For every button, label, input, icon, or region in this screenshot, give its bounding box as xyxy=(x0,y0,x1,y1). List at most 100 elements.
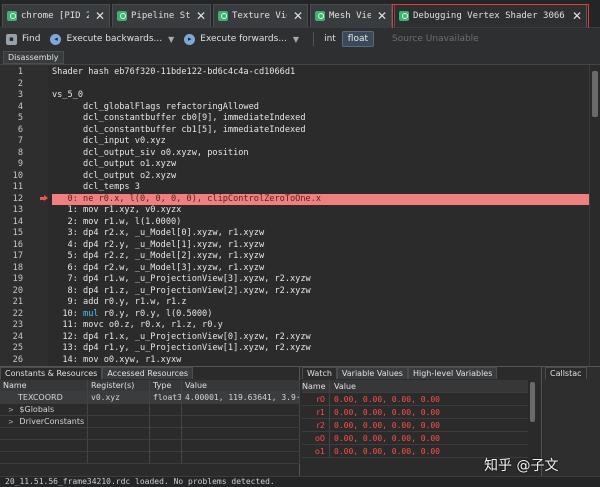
code-line[interactable]: 20 8: dp4 r1.z, _u_ProjectionView[2].xyz… xyxy=(0,286,589,298)
tab-accessed-resources[interactable]: Accessed Resources xyxy=(102,367,193,379)
code-line[interactable]: 13 1: mov r1.xyz, v0.xyzx xyxy=(0,205,589,217)
instruction-prefix: 10: xyxy=(52,309,83,319)
constant-type: float3 xyxy=(150,392,182,403)
table-row[interactable]: > $Globals xyxy=(0,404,300,416)
line-number: 18 xyxy=(0,263,23,275)
line-number: 11 xyxy=(0,182,23,194)
column-header-type[interactable]: Type xyxy=(150,380,182,391)
code-line[interactable]: 18 6: dp4 r2.w, _u_Model[3].xyzw, r1.xyz… xyxy=(0,263,589,275)
line-number: 9 xyxy=(0,159,23,171)
column-header-name[interactable]: Name xyxy=(302,380,330,392)
tab-capture-process[interactable]: chrome [PID 2272] ✕ xyxy=(2,4,110,27)
code-line[interactable]: 6 dcl_constantbuffer cb1[5], immediateIn… xyxy=(0,125,589,137)
scrollbar-thumb[interactable] xyxy=(530,382,535,422)
code-line[interactable]: 9 dcl_output o1.xyzw xyxy=(0,159,589,171)
code-line[interactable]: 7 dcl_input v0.xyz xyxy=(0,136,589,148)
code-line[interactable]: 19 7: dp4 r1.w, _u_ProjectionView[3].xyz… xyxy=(0,274,589,286)
code-line[interactable]: 17 5: dp4 r2.z, _u_Model[2].xyzw, r1.xyz… xyxy=(0,251,589,263)
line-number: 10 xyxy=(0,171,23,183)
table-row[interactable]: TEXCOORD v0.xyz float3 4.00001, 119.6364… xyxy=(0,392,300,404)
watch-row[interactable]: o0 0.00, 0.00, 0.00, 0.00 xyxy=(302,432,528,445)
code-line[interactable]: 15 3: dp4 r2.x, _u_Model[0].xyzw, r1.xyz… xyxy=(0,228,589,240)
execute-backwards-button[interactable]: ◂ Execute backwards... ▼ xyxy=(50,34,174,45)
line-number: 6 xyxy=(0,125,23,137)
code-line[interactable]: 2 xyxy=(0,79,589,91)
instruction-text: 9: add r0.y, r1.w, r1.z xyxy=(52,297,187,309)
line-number: 3 xyxy=(0,90,23,102)
close-icon[interactable]: ✕ xyxy=(293,10,303,22)
column-header-value[interactable]: Value xyxy=(330,380,356,392)
code-line[interactable]: 11 dcl_temps 3 xyxy=(0,182,589,194)
binoculars-icon: ▪ xyxy=(6,34,17,45)
code-line[interactable]: 21 9: add r0.y, r1.w, r1.z xyxy=(0,297,589,309)
instruction-opcode: mul xyxy=(83,309,99,319)
current-instruction-line[interactable]: 12 0: ne r0.x, l(0, 0, 0, 0), clipContro… xyxy=(0,194,589,206)
line-number: 20 xyxy=(0,286,23,298)
line-number: 1 xyxy=(0,67,23,79)
instruction-text: dcl_constantbuffer cb1[5], immediateInde… xyxy=(52,125,306,137)
step-back-icon: ◂ xyxy=(50,34,61,45)
tab-disassembly[interactable]: Disassembly xyxy=(3,51,64,64)
table-row[interactable]: > DriverConstants xyxy=(0,416,300,428)
tab-constants-resources[interactable]: Constants & Resources xyxy=(0,367,102,379)
instruction-text: 12: dp4 r1.x, _u_ProjectionView[0].xyzw,… xyxy=(52,332,311,344)
code-line[interactable]: 26 14: mov o0.xyw, r1.xyxw xyxy=(0,355,589,367)
code-line[interactable]: 8 dcl_output_siv o0.xyzw, position xyxy=(0,148,589,160)
constants-panel: Constants & Resources Accessed Resources… xyxy=(0,367,300,477)
tab-callstack[interactable]: Callstac xyxy=(545,367,587,379)
register-name: r1 xyxy=(302,406,330,418)
code-line[interactable]: 10 dcl_output o2.xyzw xyxy=(0,171,589,183)
column-header-value[interactable]: Value xyxy=(182,380,300,391)
expand-arrow-icon[interactable]: > xyxy=(8,418,14,426)
execute-backwards-label: Execute backwards... xyxy=(66,34,162,44)
execute-forwards-button[interactable]: ▸ Execute forwards... ▼ xyxy=(184,34,299,45)
close-icon[interactable]: ✕ xyxy=(572,10,582,22)
disassembly-view[interactable]: 1Shader hash eb76f320-11bde122-bd6c4c4a-… xyxy=(0,64,600,366)
tab-mesh-viewer[interactable]: Mesh Viewer ✕ xyxy=(310,4,392,27)
code-line[interactable]: 24 12: dp4 r1.x, _u_ProjectionView[0].xy… xyxy=(0,332,589,344)
close-icon[interactable]: ✕ xyxy=(377,10,387,22)
tab-label: Debugging Vertex Shader 3066 - Ve··· xyxy=(413,11,566,21)
scrollbar-thumb[interactable] xyxy=(592,71,598,117)
code-line[interactable]: 16 4: dp4 r2.y, _u_Model[1].xyzw, r1.xyz… xyxy=(0,240,589,252)
tab-variable-values[interactable]: Variable Values xyxy=(337,367,408,379)
tab-pipeline-state[interactable]: Pipeline State ✕ xyxy=(112,4,211,27)
expand-arrow-icon[interactable]: > xyxy=(8,406,14,414)
tab-watch[interactable]: Watch xyxy=(302,367,337,379)
register-name: r2 xyxy=(302,419,330,431)
watch-row[interactable]: r1 0.00, 0.00, 0.00, 0.00 xyxy=(302,406,528,419)
code-line[interactable]: 5 dcl_constantbuffer cb0[9], immediateIn… xyxy=(0,113,589,125)
instruction-text: dcl_output_siv o0.xyzw, position xyxy=(52,148,249,160)
watch-row[interactable]: r2 0.00, 0.00, 0.00, 0.00 xyxy=(302,419,528,432)
instruction-text: dcl_output o2.xyzw xyxy=(52,171,176,183)
code-line[interactable]: 3vs_5_0 xyxy=(0,90,589,102)
tab-high-level-variables[interactable]: High-level Variables xyxy=(408,367,497,379)
disassembly-scrollbar[interactable] xyxy=(589,65,600,366)
instruction-text: dcl_constantbuffer cb0[9], immediateInde… xyxy=(52,113,306,125)
find-button[interactable]: ▪ Find xyxy=(6,34,40,45)
instruction-text: dcl_temps 3 xyxy=(52,182,140,194)
code-line[interactable]: 14 2: mov r1.w, l(1.0000) xyxy=(0,217,589,229)
code-line[interactable]: 1Shader hash eb76f320-11bde122-bd6c4c4a-… xyxy=(0,67,589,79)
line-number: 22 xyxy=(0,309,23,321)
instruction-text: 1: mov r1.xyz, v0.xyzx xyxy=(52,205,181,217)
code-line[interactable]: 22 10: mul r0.y, r0.y, l(0.5000) xyxy=(0,309,589,321)
current-instruction-arrow-icon xyxy=(40,195,48,202)
code-line[interactable]: 23 11: movc o0.z, r0.x, r1.z, r0.y xyxy=(0,320,589,332)
float-display-button[interactable]: float xyxy=(342,31,374,47)
int-display-button[interactable]: int xyxy=(318,32,342,46)
line-number: 2 xyxy=(0,79,23,91)
dropdown-arrow-icon[interactable]: ▼ xyxy=(293,35,299,44)
instruction-text: dcl_input v0.xyz xyxy=(52,136,166,148)
watch-row[interactable]: r0 0.00, 0.00, 0.00, 0.00 xyxy=(302,393,528,406)
code-line[interactable]: 4 dcl_globalFlags refactoringAllowed xyxy=(0,102,589,114)
tab-texture-viewer[interactable]: Texture Viewer ✕ xyxy=(213,4,308,27)
column-header-name[interactable]: Name xyxy=(0,380,88,391)
renderdoc-icon xyxy=(315,11,325,21)
dropdown-arrow-icon[interactable]: ▼ xyxy=(168,35,174,44)
column-header-registers[interactable]: Register(s) xyxy=(88,380,150,391)
tab-debugging-vertex-shader[interactable]: Debugging Vertex Shader 3066 - Ve··· ✕ xyxy=(394,4,587,27)
close-icon[interactable]: ✕ xyxy=(95,10,105,22)
code-line[interactable]: 25 13: dp4 r1.y, _u_ProjectionView[1].xy… xyxy=(0,343,589,355)
close-icon[interactable]: ✕ xyxy=(196,10,206,22)
